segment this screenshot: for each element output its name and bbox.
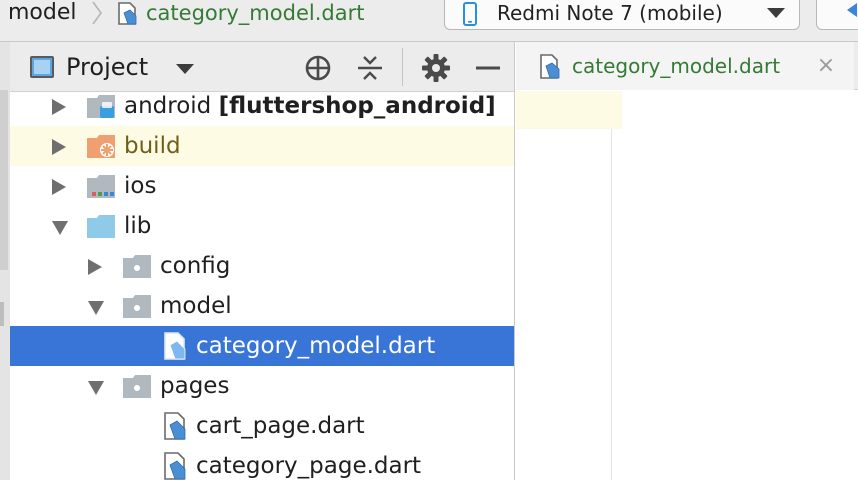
project-view-icon (30, 56, 54, 78)
chevron-down-icon[interactable] (52, 221, 68, 235)
gear-icon[interactable] (420, 52, 452, 84)
excluded-build-folder-icon (87, 135, 115, 158)
navigation-bar: model category_model.dart Redmi Note 7 (… (0, 0, 858, 42)
editor-tab-category-model[interactable]: category_model.dart × (516, 42, 854, 90)
breadcrumb-model[interactable]: model (8, 0, 77, 26)
editor-tab-bar: category_model.dart × (516, 42, 858, 90)
locate-target-icon[interactable] (302, 52, 334, 84)
tree-label-ios: ios (124, 173, 157, 199)
tree-label-category-model: category_model.dart (196, 333, 436, 359)
tree-item-pages[interactable]: pages (10, 366, 514, 406)
chevron-down-icon[interactable] (88, 381, 104, 395)
close-icon[interactable]: × (816, 54, 836, 78)
editor-area: category_model.dart × (516, 42, 858, 480)
chevron-down-icon[interactable] (176, 64, 194, 74)
phone-icon (463, 2, 477, 26)
run-configuration-button[interactable] (816, 0, 858, 30)
strip-marker (0, 302, 4, 326)
dart-file-icon (164, 412, 186, 440)
tree-label-cart-page: cart_page.dart (196, 413, 365, 439)
tree-label-category-page: category_page.dart (196, 453, 422, 479)
tree-item-android[interactable]: android [fluttershop_android] (10, 86, 514, 126)
android-module-folder-icon (87, 95, 115, 118)
scrollbar-thumb[interactable] (0, 90, 8, 270)
breadcrumb-separator-icon (92, 1, 102, 25)
chevron-right-icon[interactable] (88, 259, 102, 275)
tree-label-build: build (124, 133, 181, 159)
chevron-down-icon (767, 8, 785, 18)
tree-label-model: model (160, 293, 232, 319)
current-line-highlight (516, 91, 622, 129)
left-tool-strip (0, 42, 10, 480)
project-panel-header: Project (10, 42, 514, 92)
device-selector[interactable]: Redmi Note 7 (mobile) (444, 0, 800, 30)
device-selector-label: Redmi Note 7 (mobile) (497, 1, 723, 25)
package-folder-icon (123, 295, 151, 318)
tree-item-lib[interactable]: lib (10, 206, 514, 246)
tree-label-android: android [fluttershop_android] (124, 93, 496, 119)
header-divider (402, 48, 403, 86)
tree-item-ios[interactable]: ios (10, 166, 514, 206)
dart-file-icon (164, 332, 186, 360)
dart-file-icon (118, 2, 137, 25)
ios-module-folder-icon (87, 175, 115, 198)
tree-item-model[interactable]: model (10, 286, 514, 326)
package-folder-icon (123, 375, 151, 398)
tree-item-config[interactable]: config (10, 246, 514, 286)
tree-item-category-model-dart[interactable]: category_model.dart (10, 326, 514, 366)
tree-label-pages: pages (160, 373, 230, 399)
editor-tab-label: category_model.dart (572, 54, 781, 78)
collapse-all-icon[interactable] (354, 52, 386, 84)
breadcrumb-current-file[interactable]: category_model.dart (146, 0, 364, 26)
chevron-right-icon[interactable] (52, 139, 66, 155)
chevron-down-icon[interactable] (88, 301, 104, 315)
package-folder-icon (123, 255, 151, 278)
dart-file-icon (540, 54, 560, 79)
tree-label-lib: lib (124, 213, 152, 239)
dart-file-icon (164, 452, 186, 480)
editor-gutter (516, 91, 612, 480)
back-arrow-icon (847, 3, 857, 17)
tree-item-category-page-dart[interactable]: category_page.dart (10, 446, 514, 480)
hide-minus-icon[interactable] (472, 52, 504, 84)
source-folder-icon (87, 215, 115, 238)
chevron-right-icon[interactable] (52, 179, 66, 195)
tree-label-config: config (160, 253, 231, 279)
project-tree: android [fluttershop_android] build ios … (10, 92, 514, 480)
project-view-title[interactable]: Project (66, 53, 148, 81)
tree-item-build[interactable]: build (10, 126, 514, 166)
tree-item-cart-page-dart[interactable]: cart_page.dart (10, 406, 514, 446)
chevron-right-icon[interactable] (52, 99, 66, 115)
project-tool-window: Project android [fluttershop_android] bu… (10, 42, 515, 480)
